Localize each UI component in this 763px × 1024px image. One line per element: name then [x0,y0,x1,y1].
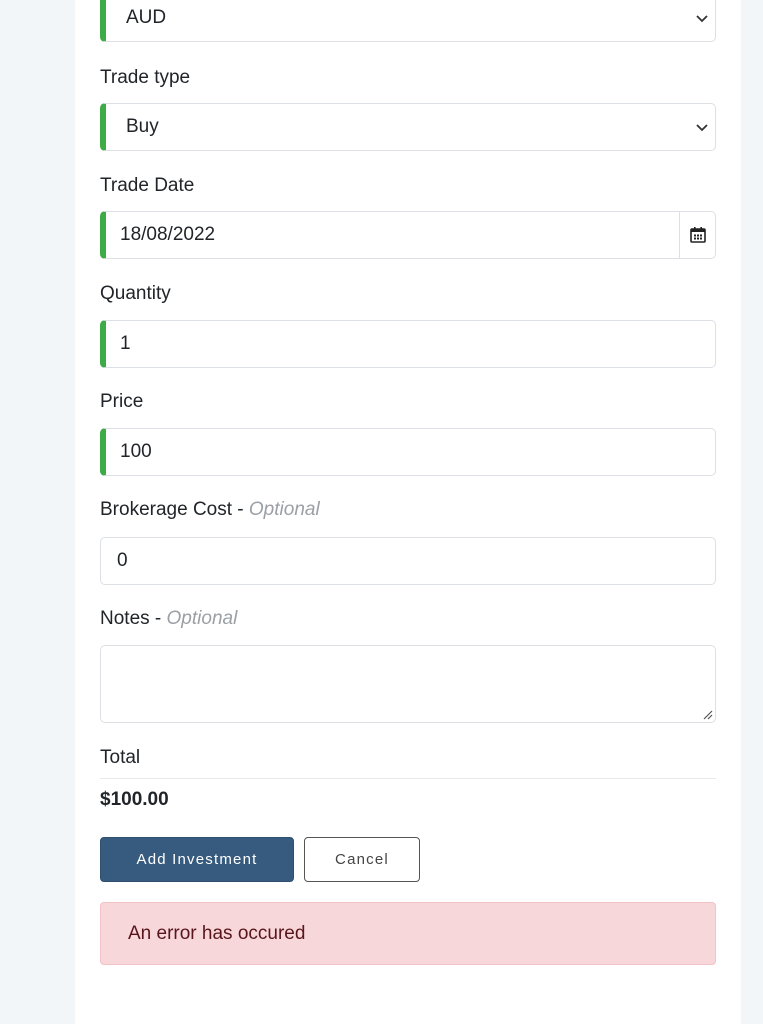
add-investment-button[interactable]: Add Investment [100,837,294,882]
divider [100,778,716,779]
optional-hint: Optional [248,499,320,520]
notes-label-text: Notes - [100,608,167,629]
calendar-icon [689,227,706,243]
total-value: $100.00 [100,789,169,810]
trade-type-select[interactable]: Buy [100,103,716,151]
brokerage-label-text: Brokerage Cost - [100,499,249,520]
trade-type-label: Trade type [100,67,191,88]
error-message: An error has occured [128,922,306,944]
price-label: Price [100,391,144,412]
resize-handle-icon[interactable] [701,708,713,720]
brokerage-value: 0 [117,550,128,571]
price-value: 100 [120,441,152,462]
quantity-input[interactable]: 1 [100,320,716,368]
date-picker-button[interactable] [679,212,715,258]
currency-select[interactable]: AUD [100,0,716,42]
total-label: Total [100,747,141,768]
trade-date-value: 18/08/2022 [120,224,216,245]
cancel-button[interactable]: Cancel [304,837,420,882]
chevron-down-icon [696,15,708,23]
currency-value: AUD [126,7,167,28]
price-input[interactable]: 100 [100,428,716,476]
notes-textarea[interactable] [100,645,716,723]
quantity-label: Quantity [100,283,171,304]
brokerage-label: Brokerage Cost - Optional [100,499,320,521]
notes-label: Notes - Optional [100,608,237,630]
chevron-down-icon [696,124,708,132]
trade-date-input[interactable]: 18/08/2022 [100,211,716,259]
trade-type-value: Buy [126,116,159,137]
quantity-value: 1 [120,333,131,354]
optional-hint: Optional [166,608,238,629]
error-alert: An error has occured [100,902,716,965]
trade-date-label: Trade Date [100,175,195,196]
brokerage-input[interactable]: 0 [100,537,716,585]
